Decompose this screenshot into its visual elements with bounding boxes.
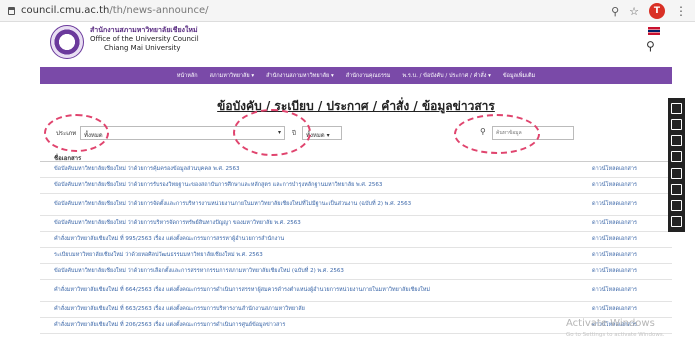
main-nav: หน้าหลัก สภามหาวิทยาลัย ▾ สำนักงานสภามหา… — [40, 67, 672, 84]
document-link[interactable]: คำสั่งมหาวิทยาลัยเชียงใหม่ ที่ 206/2563 … — [54, 322, 592, 329]
profile-avatar[interactable]: T — [649, 3, 665, 19]
table-row: ข้อบังคับมหาวิทยาลัยเชียงใหม่ ว่าด้วยการ… — [40, 178, 672, 194]
annotation-circle-year — [233, 109, 311, 156]
table-row: ข้อบังคับมหาวิทยาลัยเชียงใหม่ ว่าด้วยการ… — [40, 216, 672, 232]
document-link[interactable]: ข้อบังคับมหาวิทยาลัยเชียงใหม่ ว่าด้วยการ… — [54, 220, 592, 227]
download-link[interactable]: ดาวน์โหลดเอกสาร — [592, 268, 658, 275]
university-logo[interactable] — [50, 25, 84, 59]
table-row: คำสั่งมหาวิทยาลัยเชียงใหม่ ที่ 663/2563 … — [40, 302, 672, 318]
download-link[interactable]: ดาวน์โหลดเอกสาร — [592, 252, 658, 259]
download-link[interactable]: ดาวน์โหลดเอกสาร — [592, 287, 658, 294]
search-icon[interactable]: ⚲ — [646, 39, 655, 53]
star-icon[interactable]: ☆ — [629, 5, 639, 18]
page-title: ข้อบังคับ / ระเบียบ / ประกาศ / คำสั่ง / … — [217, 99, 495, 113]
document-link[interactable]: คำสั่งมหาวิทยาลัยเชียงใหม่ ที่ 995/2563 … — [54, 236, 592, 243]
browser-actions: ⚲ ☆ T ⋮ — [611, 3, 687, 19]
menu-icon[interactable]: ⋮ — [675, 5, 687, 17]
document-link[interactable]: คำสั่งมหาวิทยาลัยเชียงใหม่ ที่ 664/2563 … — [54, 287, 592, 294]
nav-item-regulations[interactable]: พ.ร.บ. / ข้อบังคับ / ประกาศ / คำสั่ง ▾ — [403, 72, 491, 80]
download-link[interactable]: ดาวน์โหลดเอกสาร — [592, 220, 658, 227]
document-link[interactable]: ข้อบังคับมหาวิทยาลัยเชียงใหม่ ว่าด้วยการ… — [54, 182, 592, 189]
table-row: ข้อบังคับมหาวิทยาลัยเชียงใหม่ ว่าด้วยการ… — [40, 162, 672, 178]
english-flag-icon[interactable] — [648, 27, 660, 35]
nav-item-office[interactable]: สำนักงานสภามหาวิทยาลัย ▾ — [266, 72, 334, 80]
mail-icon[interactable] — [671, 200, 682, 212]
nav-item-home[interactable]: หน้าหลัก — [177, 72, 198, 80]
activation-watermark-hint: Go to Settings to activate Windows. — [566, 332, 665, 338]
table-header: ชื่อเอกสาร — [40, 150, 672, 162]
lock-icon — [8, 6, 15, 15]
person-icon[interactable] — [671, 183, 682, 195]
download-link[interactable]: ดาวน์โหลดเอกสาร — [592, 236, 658, 243]
document-link[interactable]: คำสั่งมหาวิทยาลัยเชียงใหม่ ที่ 663/2563 … — [54, 306, 592, 313]
side-toolbar — [668, 98, 685, 232]
annotation-circle-search — [454, 114, 540, 154]
annotation-circle-type — [44, 114, 109, 152]
nav-item-more[interactable]: ข้อมูลเพิ่มเติม — [503, 72, 535, 80]
nav-item-ethics[interactable]: สำนักงานคุณธรรม — [346, 72, 391, 80]
calendar-icon[interactable] — [671, 151, 682, 163]
org-name-en: Office of the University Council — [90, 35, 199, 43]
table-row: ระเบียบมหาวิทยาลัยเชียงใหม่ ว่าด้วยหอศิล… — [40, 248, 672, 264]
documents-table: ชื่อเอกสาร ข้อบังคับมหาวิทยาลัยเชียงใหม่… — [40, 150, 672, 334]
table-row: ข้อบังคับมหาวิทยาลัยเชียงใหม่ ว่าด้วยการ… — [40, 194, 672, 216]
download-link[interactable]: ดาวน์โหลดเอกสาร — [592, 182, 658, 189]
briefcase-icon[interactable] — [671, 216, 682, 228]
nav-item-council[interactable]: สภามหาวิทยาลัย ▾ — [210, 72, 255, 80]
folder-icon[interactable] — [671, 118, 682, 130]
activation-watermark: Activate Windows — [566, 318, 655, 329]
filter-bar: ประเภท ทั้งหมด ▾ ปี ทั้งหมด ▾ ⚲ — [40, 123, 672, 143]
document-link[interactable]: ข้อบังคับมหาวิทยาลัยเชียงใหม่ ว่าด้วยการ… — [54, 201, 592, 208]
browser-address-bar[interactable]: council.cmu.ac.th/th/news-announce/ ⚲ ☆ … — [0, 0, 695, 22]
table-row: คำสั่งมหาวิทยาลัยเชียงใหม่ ที่ 995/2563 … — [40, 232, 672, 248]
book-icon[interactable] — [671, 167, 682, 179]
table-row: คำสั่งมหาวิทยาลัยเชียงใหม่ ที่ 664/2563 … — [40, 280, 672, 302]
download-link[interactable]: ดาวน์โหลดเอกสาร — [592, 201, 658, 208]
home-icon[interactable] — [671, 102, 682, 114]
download-link[interactable]: ดาวน์โหลดเอกสาร — [592, 166, 658, 173]
zoom-icon[interactable]: ⚲ — [611, 5, 619, 18]
document-link[interactable]: ข้อบังคับมหาวิทยาลัยเชียงใหม่ ว่าด้วยการ… — [54, 166, 592, 173]
table-row: ข้อบังคับมหาวิทยาลัยเชียงใหม่ ว่าด้วยการ… — [40, 264, 672, 280]
org-name-th: สำนักงานสภามหาวิทยาลัยเชียงใหม่ — [90, 26, 198, 34]
document-icon[interactable] — [671, 135, 682, 147]
org-university-en: Chiang Mai University — [104, 44, 181, 52]
document-link[interactable]: ระเบียบมหาวิทยาลัยเชียงใหม่ ว่าด้วยหอศิล… — [54, 252, 592, 259]
document-link[interactable]: ข้อบังคับมหาวิทยาลัยเชียงใหม่ ว่าด้วยการ… — [54, 268, 592, 275]
url-text[interactable]: council.cmu.ac.th/th/news-announce/ — [21, 5, 208, 16]
site-brand[interactable]: สำนักงานสภามหาวิทยาลัยเชียงใหม่ Office o… — [90, 26, 199, 53]
download-link[interactable]: ดาวน์โหลดเอกสาร — [592, 306, 658, 313]
